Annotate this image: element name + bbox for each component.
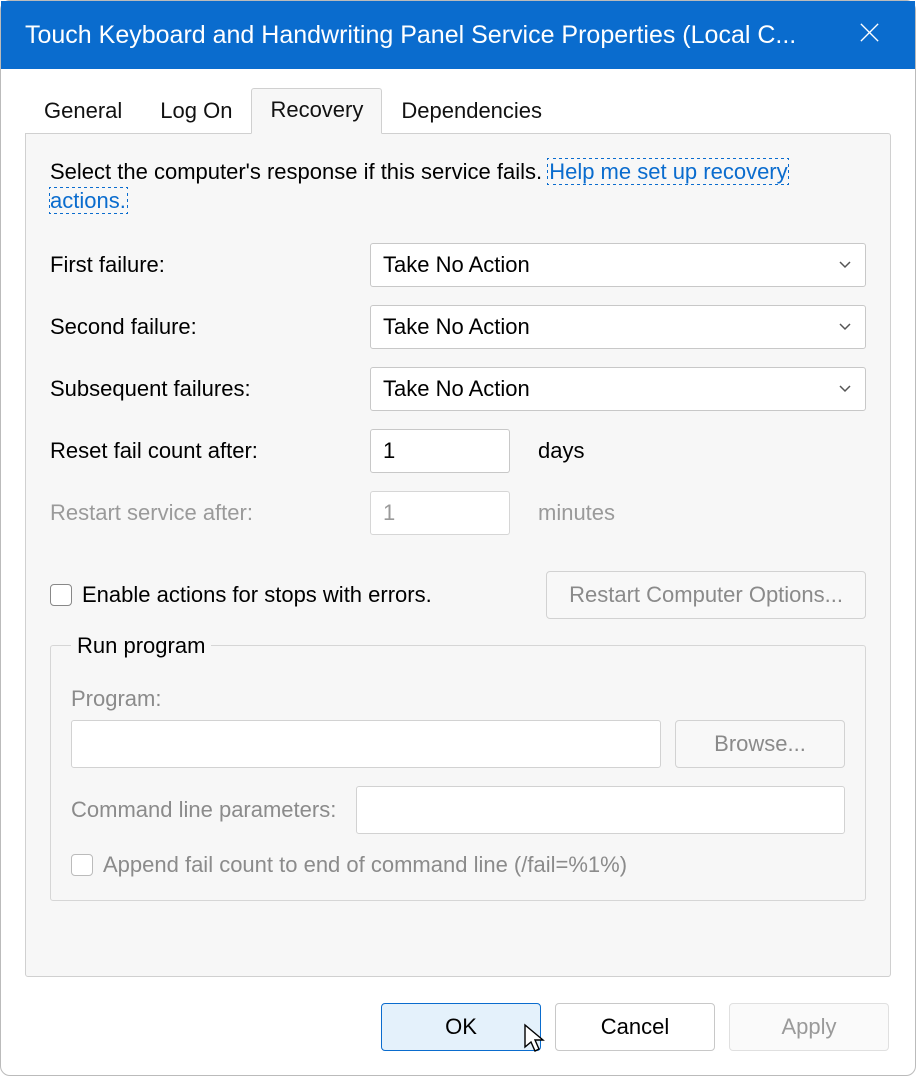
select-first-failure-value: Take No Action (383, 252, 530, 278)
legend-run-program: Run program (71, 633, 211, 659)
select-first-failure[interactable]: Take No Action (370, 243, 866, 287)
cancel-button[interactable]: Cancel (555, 1003, 715, 1051)
checkbox-append-fail (71, 854, 93, 876)
tab-logon[interactable]: Log On (141, 89, 251, 134)
tab-dependencies[interactable]: Dependencies (382, 89, 561, 134)
label-first-failure: First failure: (50, 252, 370, 278)
row-enable-actions: Enable actions for stops with errors. Re… (50, 571, 866, 619)
recovery-panel: Select the computer's response if this s… (25, 133, 891, 977)
chevron-down-icon (837, 376, 853, 402)
row-first-failure: First failure: Take No Action (50, 243, 866, 287)
row-second-failure: Second failure: Take No Action (50, 305, 866, 349)
label-enable-actions: Enable actions for stops with errors. (82, 582, 432, 608)
label-append-fail: Append fail count to end of command line… (103, 852, 627, 878)
title-bar: Touch Keyboard and Handwriting Panel Ser… (1, 1, 915, 69)
label-cmd-params: Command line parameters: (71, 797, 336, 823)
row-append-fail: Append fail count to end of command line… (71, 852, 845, 878)
checkbox-enable-actions[interactable] (50, 584, 72, 606)
input-restart-service (370, 491, 510, 535)
window-title: Touch Keyboard and Handwriting Panel Ser… (25, 21, 839, 50)
label-second-failure: Second failure: (50, 314, 370, 340)
label-restart-service: Restart service after: (50, 500, 370, 526)
intro-text: Select the computer's response if this s… (50, 158, 866, 215)
fieldset-run-program: Run program Program: Browse... Command l… (50, 645, 866, 901)
restart-computer-options-button: Restart Computer Options... (546, 571, 866, 619)
select-second-failure-value: Take No Action (383, 314, 530, 340)
select-subsequent-failures[interactable]: Take No Action (370, 367, 866, 411)
ok-button[interactable]: OK (381, 1003, 541, 1051)
label-subsequent-failures: Subsequent failures: (50, 376, 370, 402)
row-subsequent-failures: Subsequent failures: Take No Action (50, 367, 866, 411)
tab-general[interactable]: General (25, 89, 141, 134)
intro-plain: Select the computer's response if this s… (50, 159, 548, 184)
label-program: Program: (71, 686, 845, 712)
close-icon (858, 21, 881, 50)
label-reset-fail-count: Reset fail count after: (50, 438, 370, 464)
close-button[interactable] (839, 7, 899, 63)
chevron-down-icon (837, 314, 853, 340)
unit-minutes: minutes (538, 500, 615, 526)
row-reset-fail-count: Reset fail count after: days (50, 429, 866, 473)
dialog-footer: OK Cancel Apply (1, 989, 915, 1075)
input-program (71, 720, 661, 768)
row-restart-service: Restart service after: minutes (50, 491, 866, 535)
input-reset-fail-count[interactable] (370, 429, 510, 473)
tab-recovery[interactable]: Recovery (251, 88, 382, 134)
apply-button: Apply (729, 1003, 889, 1051)
select-second-failure[interactable]: Take No Action (370, 305, 866, 349)
unit-days: days (538, 438, 584, 464)
chevron-down-icon (837, 252, 853, 278)
tab-bar: General Log On Recovery Dependencies (1, 69, 915, 133)
select-subsequent-failures-value: Take No Action (383, 376, 530, 402)
browse-button: Browse... (675, 720, 845, 768)
input-cmd-params (356, 786, 845, 834)
